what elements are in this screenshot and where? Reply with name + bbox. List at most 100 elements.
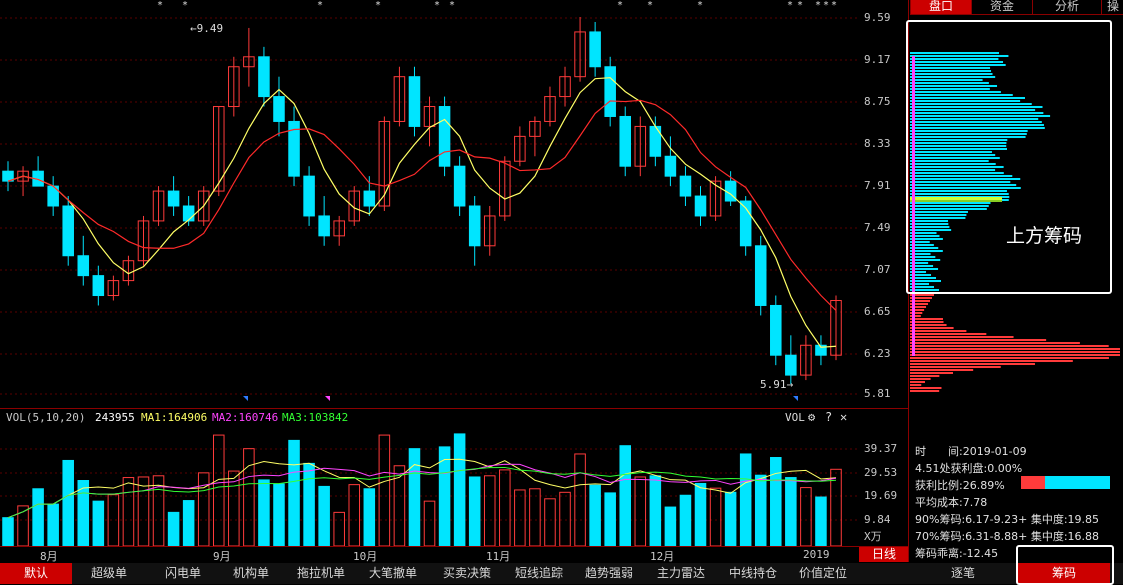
event-marker: * — [617, 0, 623, 11]
chip-bar — [910, 384, 922, 386]
axis-divider — [0, 546, 908, 547]
bottom-tab[interactable]: 主力雷达 — [646, 563, 716, 584]
candle-body — [468, 205, 481, 247]
volume-bar — [62, 459, 74, 546]
volume-bar — [483, 475, 496, 546]
volume-tick: 39.37 — [864, 442, 898, 455]
price-tick: 6.65 — [864, 305, 891, 318]
volume-bar — [212, 434, 225, 546]
candle-body — [258, 56, 270, 98]
volume-bar — [107, 494, 120, 546]
volume-bar — [32, 488, 44, 546]
chip-bar — [910, 360, 1073, 362]
chip-bar — [910, 333, 987, 335]
volume-bar — [92, 500, 105, 546]
chip-avg-cost: 平均成本:7.78 — [915, 496, 988, 509]
volume-chart[interactable] — [0, 408, 860, 546]
chip-bar — [910, 348, 1120, 350]
volume-bar — [709, 487, 722, 546]
tab-more[interactable]: 操 — [1101, 0, 1123, 14]
volume-bar — [363, 488, 376, 546]
chip-bar — [910, 321, 944, 323]
volume-bar — [619, 445, 632, 546]
volume-bar — [634, 476, 647, 546]
candle-body — [453, 165, 466, 207]
chip-bar — [910, 366, 1001, 368]
candle-body — [273, 96, 285, 122]
chip-bar — [910, 351, 1120, 353]
volume-bar — [589, 484, 601, 546]
volume-bar — [770, 457, 782, 546]
volume-bar — [333, 511, 345, 546]
price-chart[interactable]: * * * * * * * * * * * * * *←9.495.91→ — [0, 0, 860, 408]
price-tick: 7.49 — [864, 221, 891, 234]
volume-bar — [815, 496, 827, 546]
month-label: 9月 — [213, 550, 231, 563]
event-marker: * — [815, 0, 821, 11]
price-tick: 6.23 — [864, 347, 891, 360]
candle-body — [363, 190, 376, 207]
chip-bar — [910, 354, 1120, 356]
bottom-tab[interactable]: 机构单 — [216, 563, 286, 584]
candle-body — [604, 66, 616, 117]
volume-bar — [243, 448, 255, 546]
chip-bar — [910, 327, 954, 329]
bottom-tab[interactable]: 大笔撤单 — [358, 563, 428, 584]
chip-bar — [910, 390, 940, 392]
period-button[interactable]: 日线 — [859, 546, 909, 562]
tab-funds[interactable]: 资金 — [971, 0, 1032, 14]
price-tick: 8.75 — [864, 95, 891, 108]
volume-bar — [423, 500, 436, 546]
volume-bar — [288, 439, 300, 546]
chip-bar — [910, 324, 947, 326]
bottom-tab[interactable]: 拖拉机单 — [286, 563, 356, 584]
chip-bar — [910, 342, 1080, 344]
chip-profit-at: 4.51处获利盘:0.00% — [915, 462, 1023, 475]
tab-tick-by-tick[interactable]: 逐笔 — [910, 563, 1016, 584]
candle-body — [679, 175, 692, 197]
volume-bar — [785, 477, 797, 546]
chip-bar — [910, 372, 953, 374]
chip-90: 90%筹码:6.17-9.23+ 集中度:19.85 — [915, 513, 1100, 526]
bottom-tab[interactable]: 价值定位 — [788, 563, 858, 584]
volume-tick: X万 — [864, 530, 882, 543]
event-marker: * — [182, 0, 188, 11]
candle-body — [182, 205, 195, 222]
chips-tab-highlight — [1016, 545, 1114, 585]
event-marker: * — [823, 0, 829, 11]
chip-time: 时 间:2019-01-09 — [915, 445, 1027, 458]
candle-body — [408, 76, 421, 127]
candle-body — [754, 245, 767, 306]
volume-bar — [167, 511, 180, 546]
chip-bar — [910, 369, 974, 371]
volume-bar — [47, 503, 59, 546]
bottom-tab[interactable]: 短线追踪 — [504, 563, 574, 584]
price-tick: 7.07 — [864, 263, 891, 276]
event-marker: * — [375, 0, 381, 11]
volume-bar — [754, 474, 767, 546]
low-price-label: 5.91→ — [760, 378, 793, 391]
volume-bar — [544, 498, 556, 546]
signal-marker — [325, 396, 330, 401]
volume-bar — [574, 453, 586, 546]
month-label: 10月 — [353, 550, 378, 563]
chip-bar — [910, 336, 1014, 338]
candle-body — [694, 195, 707, 217]
candle-body — [785, 354, 797, 376]
volume-bar — [649, 475, 662, 546]
bottom-tab[interactable]: 中线持仓 — [718, 563, 788, 584]
bottom-tab[interactable]: 买卖决策 — [432, 563, 502, 584]
bottom-tab[interactable]: 趋势强弱 — [574, 563, 644, 584]
tab-pankou[interactable]: 盘口 — [910, 0, 971, 14]
volume-bar — [303, 462, 315, 546]
chip-bar — [910, 315, 921, 317]
bottom-tab[interactable]: 默认 — [0, 563, 72, 584]
candle-body — [303, 175, 315, 217]
chip-bar — [910, 312, 923, 314]
bottom-tab[interactable]: 超级单 — [74, 563, 144, 584]
bottom-tab[interactable]: 闪电单 — [148, 563, 218, 584]
event-marker: * — [797, 0, 803, 11]
tab-analysis[interactable]: 分析 — [1032, 0, 1101, 14]
volume-tick: 29.53 — [864, 466, 898, 479]
candle-body — [619, 115, 632, 167]
